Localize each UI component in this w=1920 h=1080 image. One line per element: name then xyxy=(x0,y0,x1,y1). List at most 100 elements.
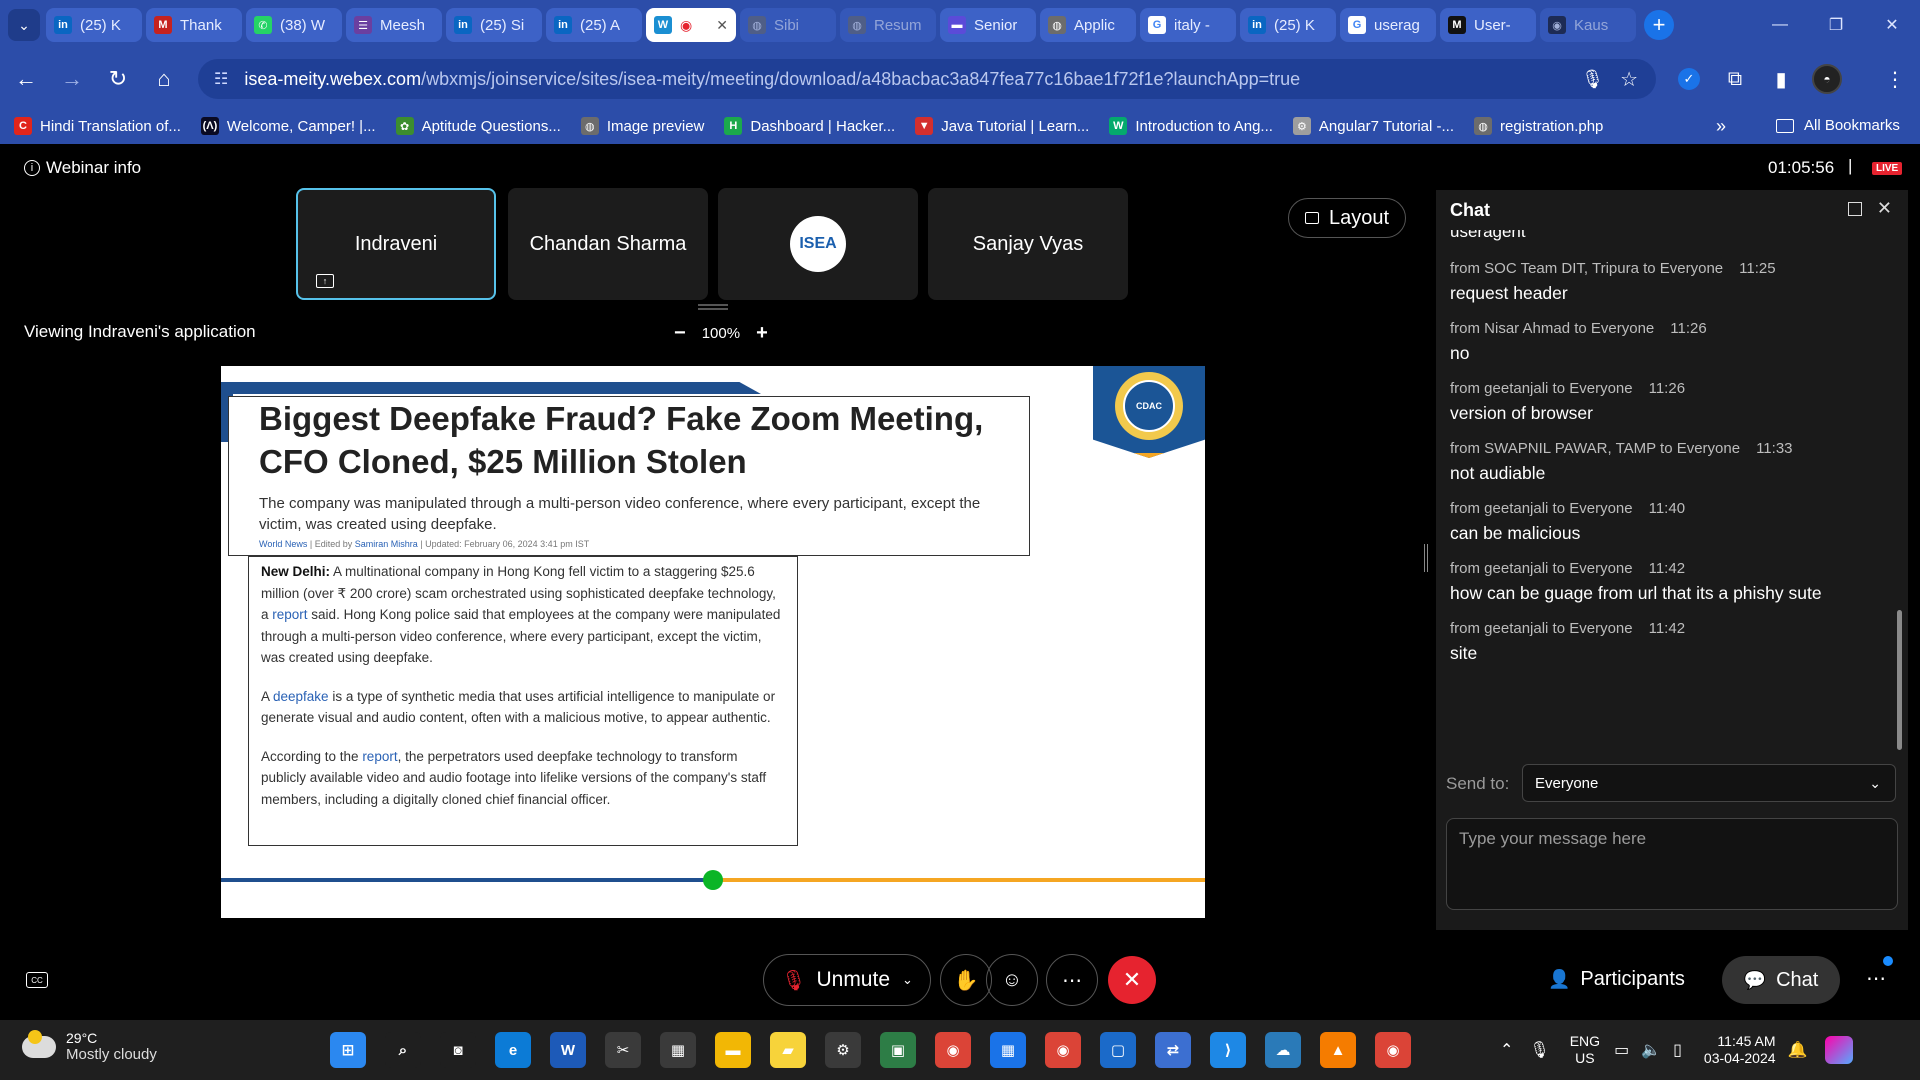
browser-tab[interactable]: M User- xyxy=(1440,8,1536,42)
windows-start-icon[interactable]: ⊞ xyxy=(330,1032,366,1068)
browser-tab[interactable]: in (25) A xyxy=(546,8,642,42)
bookmark-item[interactable]: ◍ Image preview xyxy=(580,117,704,135)
browser-tab[interactable]: ◍ Applic xyxy=(1040,8,1136,42)
more-panels-button[interactable]: ⋯ xyxy=(1866,966,1886,991)
extension-check-icon[interactable]: ✓ xyxy=(1670,60,1708,98)
participant-tile[interactable]: Sanjay Vyas xyxy=(928,188,1128,300)
popout-icon[interactable] xyxy=(1848,202,1862,216)
network-tool-icon[interactable]: ⇄ xyxy=(1155,1032,1191,1068)
chrome-icon[interactable]: ◉ xyxy=(1375,1032,1411,1068)
language-indicator[interactable]: ENG US xyxy=(1570,1033,1600,1067)
closed-captions-button[interactable]: CC xyxy=(26,972,48,988)
participants-button[interactable]: 👤 Participants xyxy=(1548,968,1685,991)
browser-tab[interactable]: ☰ Meesh xyxy=(346,8,442,42)
bookmark-item[interactable]: W Introduction to Ang... xyxy=(1109,117,1273,135)
weather-widget[interactable]: 29°C Mostly cloudy xyxy=(22,1029,157,1063)
home-button[interactable]: ⌂ xyxy=(144,59,184,99)
send-to-dropdown[interactable]: Everyone ⌄ xyxy=(1522,764,1896,802)
sticky-notes-icon[interactable]: ▰ xyxy=(770,1032,806,1068)
file-explorer-icon[interactable]: ▬ xyxy=(715,1032,751,1068)
layout-button[interactable]: Layout xyxy=(1288,198,1406,238)
close-icon[interactable]: ✕ xyxy=(1877,198,1892,219)
close-tab-icon[interactable]: ✕ xyxy=(716,17,728,34)
snipping-tool-icon[interactable]: ✂ xyxy=(605,1032,641,1068)
zoom-in-button[interactable]: + xyxy=(756,322,768,345)
volume-icon[interactable]: 🔈 xyxy=(1641,1040,1661,1060)
browser-tab[interactable]: M Thank xyxy=(146,8,242,42)
browser-tab[interactable]: ◍ Sibi xyxy=(740,8,836,42)
bookmark-item[interactable]: C Hindi Translation of... xyxy=(14,117,181,135)
panel-resize-handle[interactable] xyxy=(1424,544,1428,572)
extensions-puzzle-icon[interactable]: ⧉ xyxy=(1716,60,1754,98)
chrome-icon[interactable]: ◉ xyxy=(1045,1032,1081,1068)
microphone-icon[interactable]: 🎙 xyxy=(1529,1040,1549,1060)
all-bookmarks-button[interactable]: All Bookmarks xyxy=(1776,117,1900,134)
raise-hand-button[interactable]: ✋ xyxy=(940,954,992,1006)
minimize-button[interactable]: — xyxy=(1752,0,1808,50)
bookmark-star-icon[interactable]: ☆ xyxy=(1620,67,1638,92)
forward-button[interactable]: → xyxy=(52,59,92,99)
bookmark-item[interactable]: (Λ) Welcome, Camper! |... xyxy=(200,117,376,135)
system-clock[interactable]: 11:45 AM 03-04-2024 xyxy=(1704,1033,1776,1067)
chrome-icon[interactable]: ◉ xyxy=(935,1032,971,1068)
unmute-button[interactable]: 🎙 Unmute ⌄ xyxy=(763,954,931,1006)
edge-icon[interactable]: e xyxy=(495,1032,531,1068)
camera-icon[interactable]: ◙ xyxy=(440,1032,476,1068)
site-settings-icon[interactable]: ☷ xyxy=(214,69,228,89)
browser-tab[interactable]: ◉ Kaus xyxy=(1540,8,1636,42)
chat-message-input[interactable]: Type your message here xyxy=(1446,818,1898,910)
chevron-up-icon[interactable]: ⌃ xyxy=(1500,1040,1513,1060)
bookmark-item[interactable]: ▼ Java Tutorial | Learn... xyxy=(915,117,1089,135)
participant-tile[interactable]: Indraveni ↑ xyxy=(296,188,496,300)
restore-button[interactable]: ❐ xyxy=(1808,0,1864,50)
chat-scrollbar[interactable] xyxy=(1897,610,1902,750)
browser-tab[interactable]: ◍ Resum xyxy=(840,8,936,42)
network-icon[interactable]: ▭ xyxy=(1614,1040,1629,1060)
settings-icon[interactable]: ⚙ xyxy=(825,1032,861,1068)
browser-tab[interactable]: W ◉ ✕ xyxy=(646,8,736,42)
bookmark-item[interactable]: ◍ registration.php xyxy=(1474,117,1603,135)
browser-tab[interactable]: in (25) K xyxy=(46,8,142,42)
address-bar[interactable]: ☷ isea-meity.webex.com/wbxmjs/joinservic… xyxy=(198,59,1656,99)
browser-tab[interactable]: in (25) K xyxy=(1240,8,1336,42)
close-window-button[interactable]: ✕ xyxy=(1864,0,1920,50)
new-tab-button[interactable]: + xyxy=(1644,10,1674,40)
filmstrip-resize-handle[interactable] xyxy=(698,304,728,310)
notification-bell-icon[interactable]: 🔔 xyxy=(1788,1040,1808,1060)
participant-tile[interactable]: ISEA xyxy=(718,188,918,300)
cloud-app-icon[interactable]: ☁ xyxy=(1265,1032,1301,1068)
zoom-out-button[interactable]: − xyxy=(674,322,686,345)
more-bookmarks-icon[interactable]: » xyxy=(1716,116,1726,137)
webinar-info-button[interactable]: i Webinar info xyxy=(24,158,141,178)
reload-button[interactable]: ↻ xyxy=(98,59,138,99)
browser-tab[interactable]: Guserag xyxy=(1340,8,1436,42)
ms-store-icon[interactable]: ▦ xyxy=(660,1032,696,1068)
word-icon[interactable]: W xyxy=(550,1032,586,1068)
search-icon[interactable]: ⌕ xyxy=(385,1032,421,1068)
tab-search-button[interactable]: ⌄ xyxy=(8,9,40,41)
browser-tab[interactable]: in (25) Si xyxy=(446,8,542,42)
bookmark-item[interactable]: ⚙ Angular7 Tutorial -... xyxy=(1292,117,1454,135)
calendar-icon[interactable]: ▦ xyxy=(990,1032,1026,1068)
chat-button[interactable]: 💬 Chat xyxy=(1722,956,1840,1004)
browser-menu-icon[interactable]: ⋮ xyxy=(1876,60,1914,98)
reactions-button[interactable]: ☺ xyxy=(986,954,1038,1006)
profile-avatar[interactable]: ◓ xyxy=(1808,60,1846,98)
browser-tab[interactable]: Gitaly - xyxy=(1140,8,1236,42)
leave-meeting-button[interactable]: ✕ xyxy=(1108,956,1156,1004)
bookmark-item[interactable]: H Dashboard | Hacker... xyxy=(724,117,895,135)
battery-icon[interactable]: ▯ xyxy=(1673,1040,1682,1060)
photos-icon[interactable]: ▣ xyxy=(880,1032,916,1068)
vscode-icon[interactable]: ⟩ xyxy=(1210,1032,1246,1068)
participant-tile[interactable]: Chandan Sharma xyxy=(508,188,708,300)
microphone-icon[interactable]: 🎙 xyxy=(1581,69,1604,90)
back-button[interactable]: ← xyxy=(6,59,46,99)
orange-app-icon[interactable]: ▲ xyxy=(1320,1032,1356,1068)
browser-tab[interactable]: ✆ (38) W xyxy=(246,8,342,42)
browser-tab[interactable]: ▬ Senior xyxy=(940,8,1036,42)
more-options-button[interactable]: ⋯ xyxy=(1046,954,1098,1006)
bookmark-item[interactable]: ✿ Aptitude Questions... xyxy=(395,117,561,135)
side-panel-icon[interactable]: ▮ xyxy=(1762,60,1800,98)
copilot-icon[interactable] xyxy=(1825,1036,1854,1064)
virtualbox-icon[interactable]: ▢ xyxy=(1100,1032,1136,1068)
